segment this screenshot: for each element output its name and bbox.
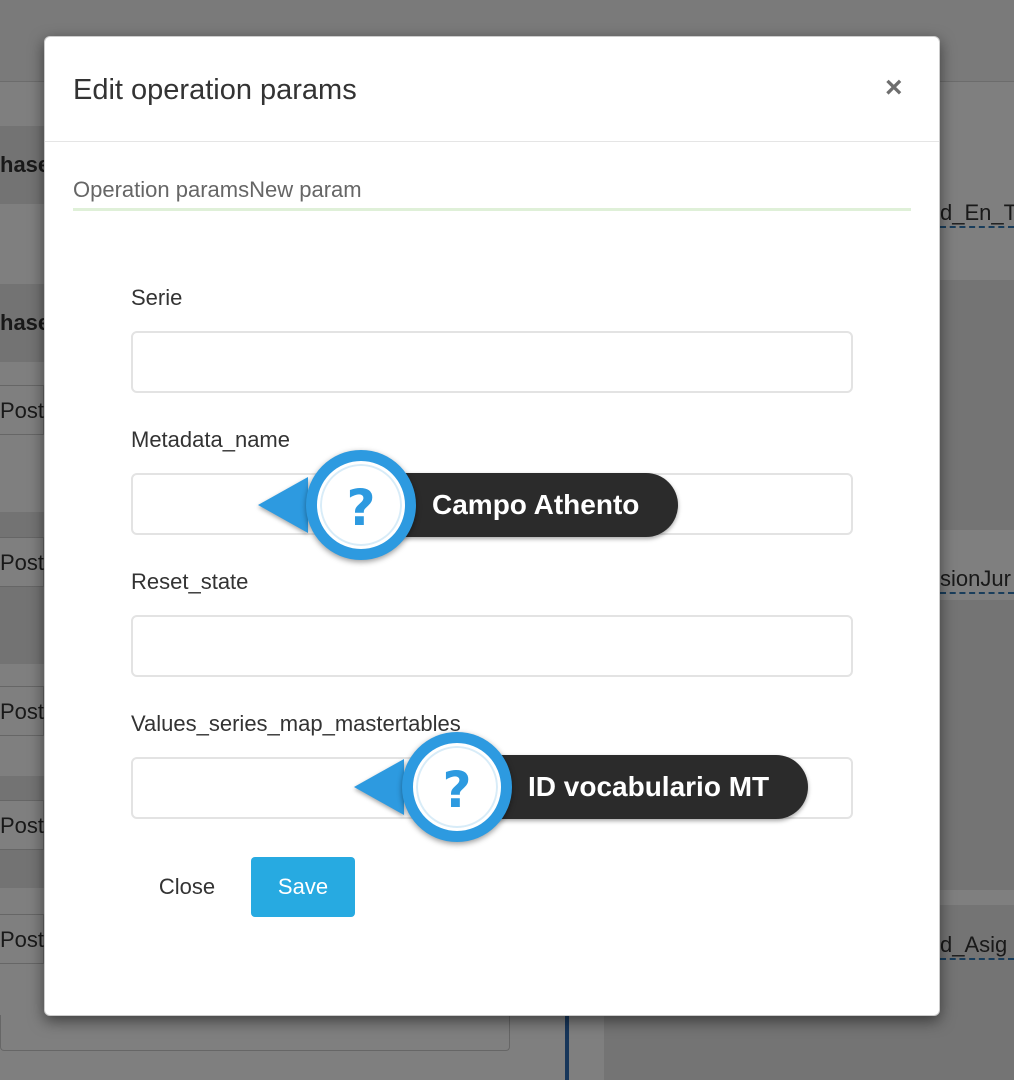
tab-new-param[interactable]: New param (249, 177, 361, 202)
tab-operation-params[interactable]: Operation params (73, 177, 249, 202)
serie-label: Serie (131, 285, 183, 310)
hint-pointer (258, 477, 308, 533)
reset-state-label: Reset_state (131, 569, 249, 594)
close-icon[interactable]: × (885, 73, 903, 103)
hint-metadata-name[interactable]: Campo Athento ? (258, 450, 678, 560)
modal-header: Edit operation params × (45, 37, 939, 142)
hint-pointer (354, 759, 404, 815)
hint-badge[interactable]: ? (402, 732, 512, 842)
save-button[interactable]: Save (251, 857, 355, 917)
hint-values-series-map[interactable]: ID vocabulario MT ? (354, 732, 808, 842)
close-button[interactable]: Close (145, 857, 229, 917)
hint-badge[interactable]: ? (306, 450, 416, 560)
question-icon: ? (413, 743, 501, 831)
modal-title: Edit operation params (73, 74, 357, 106)
serie-input[interactable] (131, 331, 853, 393)
hint-tooltip: ID vocabulario MT (464, 755, 808, 819)
reset-state-input[interactable] (131, 615, 853, 677)
question-icon: ? (317, 461, 405, 549)
param-tabs: Operation paramsNew param (73, 177, 911, 211)
